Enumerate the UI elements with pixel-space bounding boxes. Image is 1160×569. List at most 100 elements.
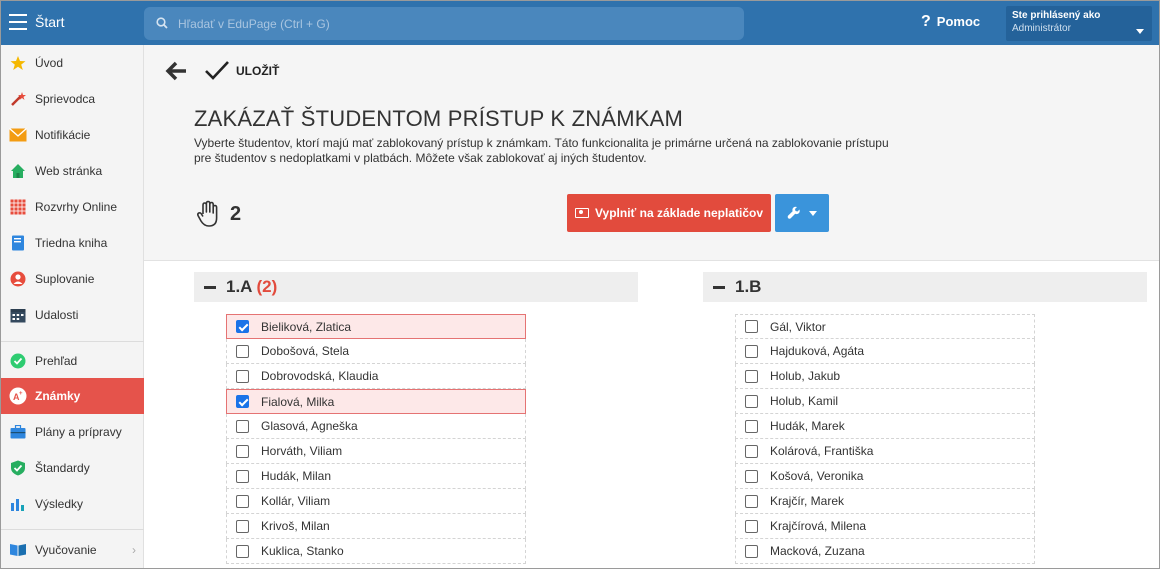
sidebar-item-label: Rozvrhy Online — [35, 200, 118, 214]
student-checkbox[interactable] — [745, 320, 758, 333]
student-row[interactable]: Holub, Jakub — [735, 364, 1035, 389]
student-name: Horváth, Viliam — [261, 444, 343, 458]
collapse-icon — [204, 285, 216, 289]
sidebar-item-suplovanie[interactable]: Suplovanie — [1, 261, 144, 297]
class-name: 1.A — [226, 277, 253, 296]
sidebar-item-prehlad[interactable]: Prehľad — [1, 343, 144, 379]
envelope-icon — [9, 126, 27, 144]
student-name: Fialová, Milka — [261, 394, 335, 409]
sidebar-item-plany-a-pripravy[interactable]: Plány a prípravy — [1, 414, 144, 450]
student-name: Krajčírová, Milena — [770, 519, 867, 533]
menu-icon[interactable] — [9, 14, 27, 30]
sidebar-item-web-stranka[interactable]: Web stránka — [1, 153, 144, 189]
book-icon — [9, 234, 27, 252]
sidebar-item-standardy[interactable]: Štandardy — [1, 450, 144, 486]
student-name: Hudák, Milan — [261, 469, 332, 483]
student-row[interactable]: Glasová, Agneška — [226, 414, 526, 439]
student-checkbox[interactable] — [745, 544, 758, 558]
student-row[interactable]: Holub, Kamil — [735, 389, 1035, 414]
student-checkbox[interactable] — [236, 395, 249, 408]
student-row[interactable]: Macková, Zuzana — [735, 539, 1035, 564]
student-row[interactable]: Kuklica, Stanko — [226, 539, 526, 564]
house-icon — [9, 162, 27, 180]
sidebar-item-udalosti[interactable]: Udalosti — [1, 297, 144, 333]
class-header-1b[interactable]: 1.B — [703, 272, 1147, 302]
student-checkbox[interactable] — [745, 394, 758, 408]
student-checkbox[interactable] — [745, 444, 758, 458]
sidebar-item-label: Výsledky — [35, 497, 84, 511]
sidebar-divider — [1, 341, 144, 342]
student-row[interactable]: Hudák, Milan — [226, 464, 526, 489]
star-icon — [9, 54, 27, 72]
student-checkbox[interactable] — [236, 369, 249, 383]
sidebar: Úvod Sprievodca Notifikácie Web stránka … — [1, 45, 144, 568]
sidebar-item-vysledky[interactable]: Výsledky — [1, 486, 144, 522]
student-checkbox[interactable] — [745, 519, 758, 533]
save-button[interactable]: ULOŽIŤ — [204, 59, 279, 83]
student-checkbox[interactable] — [236, 469, 249, 483]
back-button[interactable] — [164, 59, 188, 83]
student-checkbox[interactable] — [236, 344, 249, 358]
student-checkbox[interactable] — [745, 494, 758, 508]
student-checkbox[interactable] — [236, 320, 249, 333]
sidebar-item-label: Štandardy — [35, 461, 90, 475]
sidebar-item-rozvrhy-online[interactable]: Rozvrhy Online — [1, 189, 144, 225]
student-name: Macková, Zuzana — [770, 544, 865, 558]
student-row[interactable]: Krajčírová, Milena — [735, 514, 1035, 539]
student-row[interactable]: Kollár, Viliam — [226, 489, 526, 514]
student-row[interactable]: Košová, Veronika — [735, 464, 1035, 489]
app-window: Štart ? Pomoc Ste prihlásený ako Administ… — [0, 0, 1160, 569]
student-name: Kolárová, Františka — [770, 444, 874, 458]
student-row[interactable]: Krajčír, Marek — [735, 489, 1035, 514]
student-row[interactable]: Horváth, Viliam — [226, 439, 526, 464]
tools-dropdown-button[interactable] — [775, 194, 829, 232]
student-row[interactable]: Gál, Viktor — [735, 314, 1035, 339]
student-row[interactable]: Bieliková, Zlatica — [226, 314, 526, 339]
search-input[interactable] — [178, 7, 728, 40]
sidebar-item-triedna-kniha[interactable]: Triedna kniha — [1, 225, 144, 261]
search-box[interactable] — [144, 7, 744, 40]
fill-from-debtors-button[interactable]: Vyplniť na základe neplatičov — [567, 194, 771, 232]
hand-icon — [196, 200, 218, 227]
student-name: Krivoš, Milan — [261, 519, 330, 533]
student-row[interactable]: Dobrovodská, Klaudia — [226, 364, 526, 389]
student-checkbox[interactable] — [745, 419, 758, 433]
start-link[interactable]: Štart — [35, 14, 65, 30]
sidebar-item-vyucovanie[interactable]: Vyučovanie › — [1, 532, 144, 568]
student-name: Krajčír, Marek — [770, 494, 845, 508]
open-book-icon — [9, 541, 27, 559]
student-checkbox[interactable] — [745, 344, 758, 358]
substitute-icon — [9, 270, 27, 288]
timetable-icon — [9, 198, 27, 216]
student-checkbox[interactable] — [236, 519, 249, 533]
sidebar-item-notifikacie[interactable]: Notifikácie — [1, 117, 144, 153]
sidebar-item-label: Vyučovanie — [35, 543, 97, 557]
student-row[interactable]: Krivoš, Milan — [226, 514, 526, 539]
arrow-left-icon — [165, 61, 186, 81]
student-name: Dobošová, Stela — [261, 344, 350, 358]
student-name: Gál, Viktor — [770, 319, 826, 334]
student-row[interactable]: Fialová, Milka — [226, 389, 526, 414]
help-button[interactable]: ? Pomoc — [921, 13, 980, 33]
sidebar-item-uvod[interactable]: Úvod — [1, 45, 144, 81]
sidebar-item-label: Suplovanie — [35, 272, 95, 286]
svg-text:+: + — [19, 391, 23, 397]
student-row[interactable]: Hajduková, Agáta — [735, 339, 1035, 364]
student-checkbox[interactable] — [745, 369, 758, 383]
student-row[interactable]: Kolárová, Františka — [735, 439, 1035, 464]
question-icon: ? — [921, 13, 931, 30]
sidebar-item-sprievodca[interactable]: Sprievodca — [1, 81, 144, 117]
student-checkbox[interactable] — [236, 419, 249, 433]
student-name: Kuklica, Stanko — [261, 544, 344, 558]
student-row[interactable]: Hudák, Marek — [735, 414, 1035, 439]
student-row[interactable]: Dobošová, Stela — [226, 339, 526, 364]
sidebar-item-znamky[interactable]: A + Známky — [1, 378, 144, 414]
class-header-1a[interactable]: 1.A (2) — [194, 272, 638, 302]
sidebar-item-label: Triedna kniha — [35, 236, 108, 250]
user-menu[interactable]: Ste prihlásený ako Administrátor — [1006, 6, 1152, 41]
student-checkbox[interactable] — [745, 469, 758, 483]
student-checkbox[interactable] — [236, 444, 249, 458]
blocked-count-value: 2 — [230, 202, 242, 225]
student-checkbox[interactable] — [236, 494, 249, 508]
student-checkbox[interactable] — [236, 544, 249, 558]
